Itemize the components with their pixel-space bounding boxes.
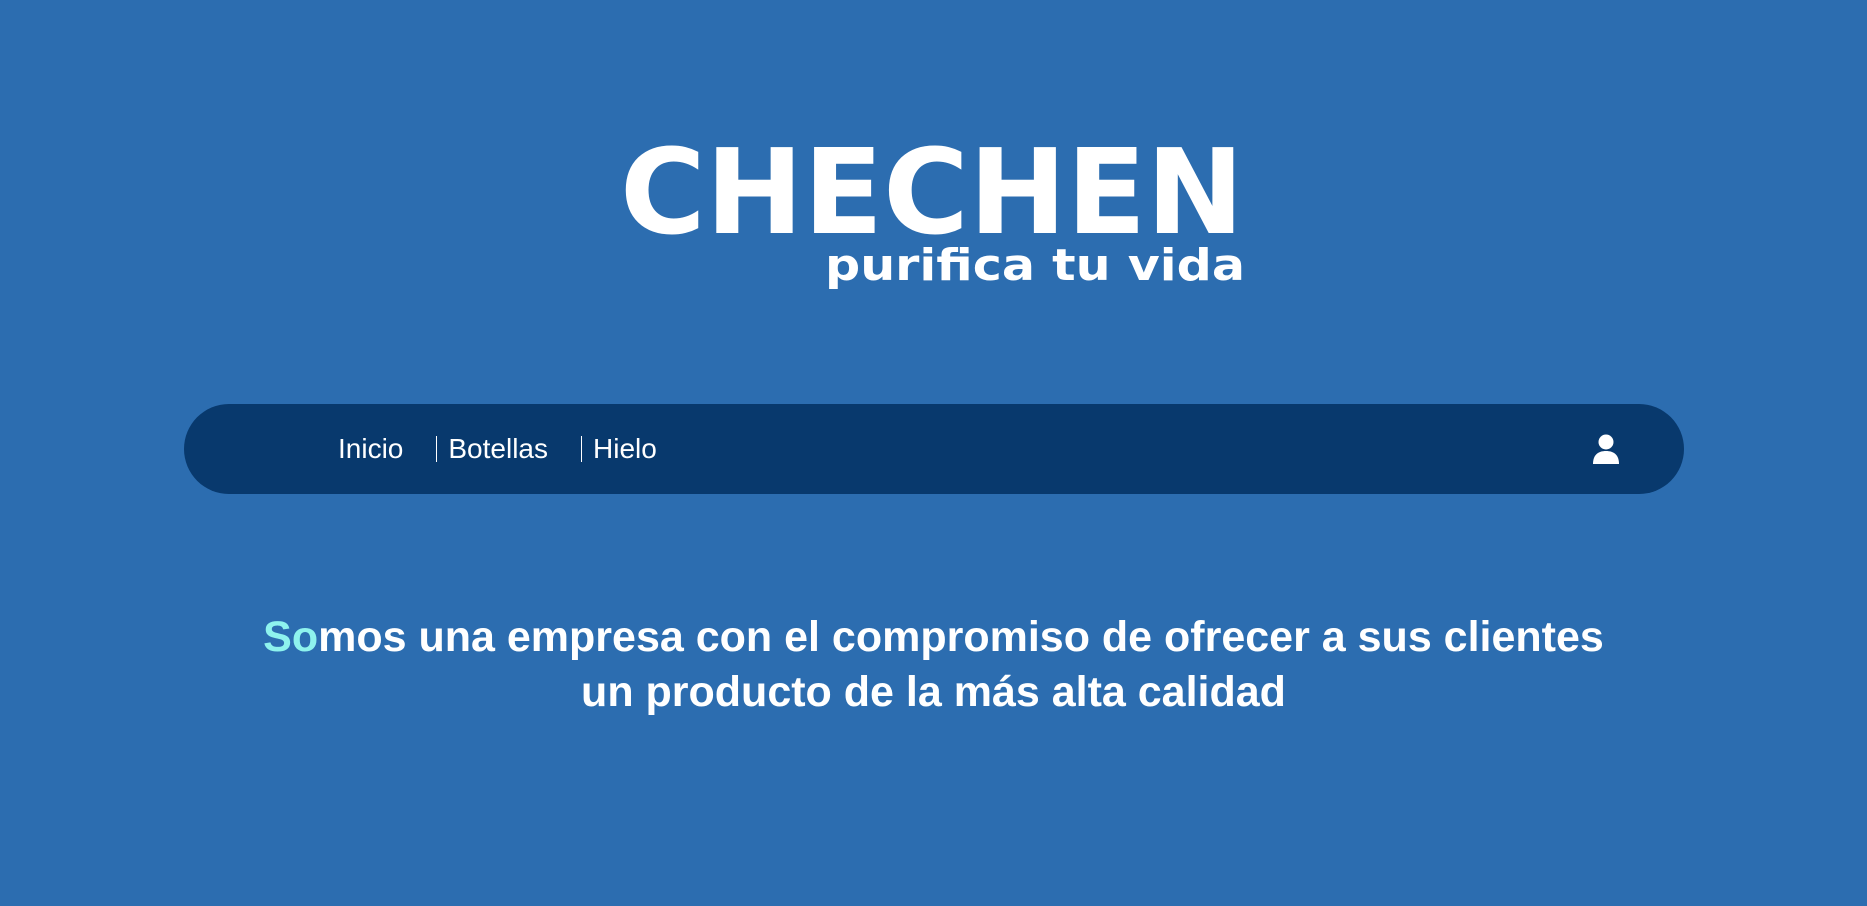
hero-line-2: un producto de la más alta calidad bbox=[581, 668, 1286, 716]
nav-item-botellas[interactable]: Botellas bbox=[448, 435, 548, 463]
nav-item-hielo[interactable]: Hielo bbox=[593, 435, 657, 463]
user-account-button[interactable] bbox=[1588, 431, 1624, 467]
nav-divider bbox=[436, 436, 438, 462]
hero-statement: Somos una empresa con el compromiso de o… bbox=[0, 610, 1867, 720]
brand-tagline: purifica tu vida bbox=[825, 240, 1245, 291]
nav-divider bbox=[581, 436, 582, 462]
nav-menu: Inicio Botellas Hielo bbox=[338, 404, 657, 494]
main-navbar: Inicio Botellas Hielo bbox=[184, 404, 1684, 494]
hero-accent-text: So bbox=[263, 613, 319, 661]
nav-item-inicio[interactable]: Inicio bbox=[338, 435, 403, 463]
brand-logo[interactable]: CHECHEN purifica tu vida bbox=[618, 138, 1248, 298]
hero-line-1: Somos una empresa con el compromiso de o… bbox=[0, 610, 1867, 665]
hero-line-1-text: mos una empresa con el compromiso de ofr… bbox=[318, 613, 1604, 661]
brand-logo-graphic: CHECHEN purifica tu vida bbox=[620, 138, 1245, 291]
user-icon bbox=[1593, 434, 1619, 464]
